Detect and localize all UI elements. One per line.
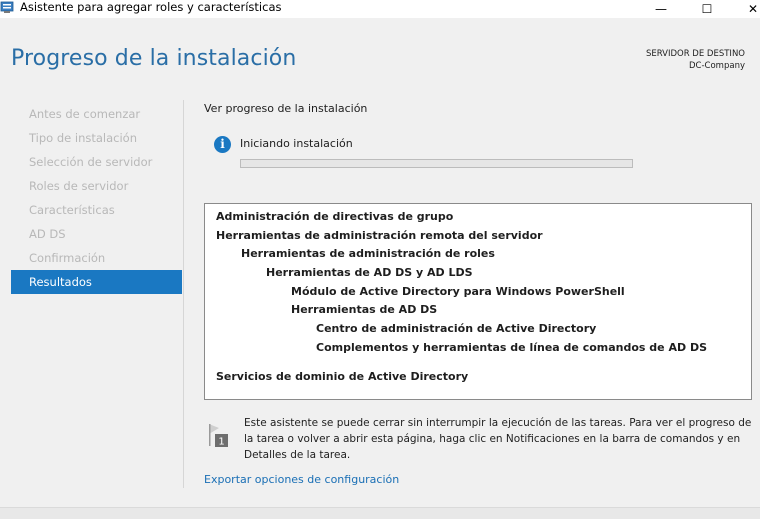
notification-badge: 1 [218, 437, 224, 448]
section-heading: Ver progreso de la instalación [204, 102, 368, 115]
result-item: Complementos y herramientas de línea de … [316, 340, 707, 354]
target-server: SERVIDOR DE DESTINO DC-Company [646, 48, 745, 72]
maximize-icon: ☐ [701, 2, 713, 16]
target-server-label: SERVIDOR DE DESTINO [645, 49, 745, 59]
info-icon: i [214, 136, 231, 153]
close-button[interactable]: ✕ [730, 0, 760, 18]
window-title: Asistente para agregar roles y caracterí… [20, 0, 282, 14]
nav-item-roles-de-servidor: Roles de servidor [29, 179, 129, 193]
notification-flag-icon: 1 [209, 424, 228, 448]
nav-item-caracteristicas: Características [29, 203, 115, 217]
result-item: Administración de directivas de grupo [216, 210, 454, 223]
result-item: Herramientas de administración de roles [241, 247, 495, 261]
title-bar: Asistente para agregar roles y caracterí… [0, 0, 760, 18]
minimize-button[interactable]: — [638, 0, 684, 18]
minimize-icon: — [655, 2, 667, 16]
results-spacer [216, 358, 707, 368]
target-server-name: DC-Company [689, 61, 745, 71]
result-item: Centro de administración de Active Direc… [316, 322, 597, 336]
result-item: Módulo de Active Directory para Windows … [291, 284, 625, 298]
results-list-box[interactable]: Administración de directivas de grupo Her… [204, 203, 752, 400]
info-note: Este asistente se puede cerrar sin inter… [244, 417, 752, 461]
wizard-steps-nav: Antes de comenzar Tipo de instalación Se… [11, 102, 182, 294]
results-list: Administración de directivas de grupo Her… [216, 208, 707, 386]
nav-item-tipo-de-instalacion: Tipo de instalación [29, 131, 138, 145]
nav-item-seleccion-de-servidor: Selección de servidor [29, 155, 153, 169]
result-item: Servicios de dominio de Active Directory [216, 369, 469, 383]
footer-bar [0, 507, 760, 519]
result-item: Herramientas de AD DS y AD LDS [266, 266, 473, 280]
result-item: Herramientas de AD DS [291, 303, 438, 317]
server-manager-icon [0, 1, 14, 13]
maximize-button[interactable]: ☐ [684, 0, 730, 18]
result-item: Herramientas de administración remota de… [216, 228, 543, 242]
installation-progress-bar [240, 159, 633, 168]
nav-item-antes-de-comenzar: Antes de comenzar [29, 107, 141, 121]
page-title: Progreso de la instalación [11, 46, 297, 71]
nav-item-resultados[interactable]: Resultados [11, 270, 182, 294]
installation-status: Iniciando instalación [240, 137, 353, 150]
export-configuration-link[interactable]: Exportar opciones de configuración [204, 473, 399, 486]
nav-item-confirmacion: Confirmación [29, 251, 106, 265]
close-icon: ✕ [747, 2, 759, 16]
nav-item-ad-ds: AD DS [29, 227, 66, 241]
nav-divider [183, 100, 184, 488]
